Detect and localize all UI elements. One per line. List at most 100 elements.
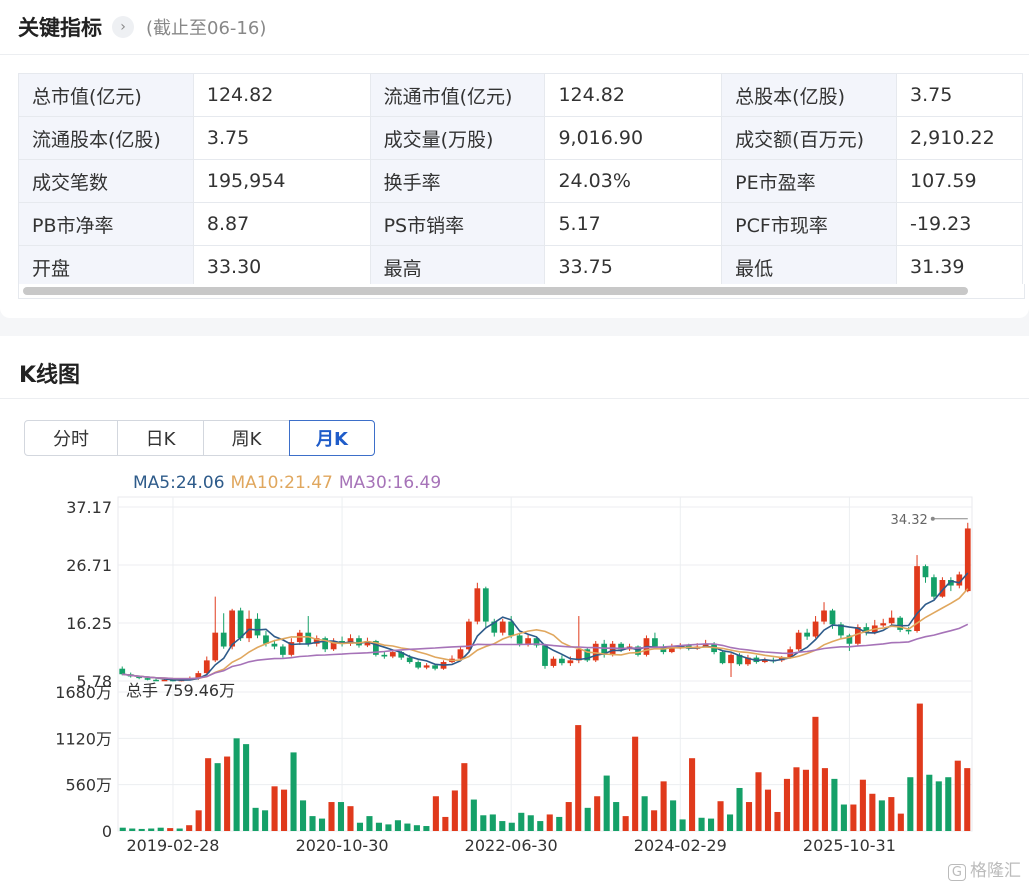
volume-bar (812, 716, 819, 831)
scrollbar-thumb[interactable] (23, 287, 968, 295)
volume-bar (262, 810, 269, 831)
candle-body (550, 658, 557, 666)
candle-body (931, 577, 937, 597)
volume-bar (859, 779, 866, 831)
candle-body (415, 662, 422, 668)
candle-body (880, 623, 887, 626)
candle-body (212, 632, 219, 661)
volume-bar (451, 790, 458, 831)
candle-body (474, 588, 481, 622)
metric-label: 总市值(亿元) (18, 73, 194, 117)
chevron-right-icon[interactable]: › (112, 16, 134, 38)
volume-bar (337, 802, 345, 831)
candle-body (271, 643, 278, 647)
candle-body (280, 646, 286, 655)
metric-value: 33.75 (544, 245, 723, 289)
metric-value: -19.23 (896, 202, 1023, 246)
candle-body (305, 632, 312, 644)
candle-body (719, 652, 726, 664)
metrics-header: 关键指标 › (截止至06-16) (18, 12, 266, 42)
candle-body (652, 638, 658, 647)
volume-bar (689, 758, 696, 831)
volume-bar (195, 810, 202, 831)
tab-monthly-k[interactable]: 月K (289, 420, 375, 456)
volume-bar (802, 769, 809, 831)
candle-body (829, 610, 836, 625)
price-tick-label: 37.17 (66, 498, 112, 517)
candle-body (406, 657, 413, 663)
candle-body (821, 610, 827, 622)
metric-value: 31.39 (896, 245, 1023, 289)
max-marker-label: 34.32 (891, 513, 928, 528)
candle-body (119, 668, 126, 675)
metric-value: 33.30 (192, 245, 371, 289)
volume-bar (148, 828, 155, 831)
candle-body (381, 654, 388, 657)
volume-bar (575, 725, 582, 831)
volume-bar (176, 828, 183, 831)
price-tick-label: 26.71 (66, 556, 112, 575)
metric-value: 3.75 (896, 73, 1023, 117)
volume-bar (821, 768, 828, 831)
metrics-date-note: (截止至06-16) (146, 18, 267, 39)
candle-body (254, 618, 261, 636)
metric-value: 2,910.22 (896, 116, 1023, 160)
horizontal-scrollbar[interactable] (18, 284, 1025, 299)
volume-bar (764, 789, 772, 831)
candle-body (905, 629, 912, 632)
volume-bar (622, 816, 629, 831)
volume-bar (869, 793, 876, 831)
metric-label: 开盘 (18, 245, 194, 289)
metric-value: 3.75 (192, 116, 371, 160)
candle-body (542, 645, 548, 666)
volume-bar (888, 797, 895, 831)
volume-bar (537, 821, 544, 831)
kline-chart[interactable]: 37.1726.7116.255.78 1680万1120万560万0 2019… (0, 336, 1029, 887)
volume-bar (366, 816, 373, 831)
volume-bar (736, 787, 743, 831)
volume-bar (831, 778, 838, 831)
volume-bar (755, 772, 762, 831)
kline-panel: K线图 分时 日K 周K 月K MA5:24.06 MA10:21.47 MA3… (0, 336, 1029, 887)
table-row: 开盘 33.30 最高 33.75 最低 31.39 (18, 245, 1023, 289)
volume-bar (318, 818, 326, 831)
volume-tick-label: 0 (102, 822, 112, 841)
candle-body (922, 566, 929, 578)
volume-bar (527, 815, 534, 831)
volume-bar (708, 818, 715, 831)
candle-body (516, 635, 523, 644)
candle-body (609, 643, 616, 655)
candle-body (812, 621, 819, 637)
volume-bar (499, 821, 506, 831)
watermark-text: 格隆汇 (970, 861, 1021, 881)
volume-bar (328, 802, 335, 831)
volume-bar (603, 775, 610, 831)
metric-label: 流通市值(亿元) (369, 73, 546, 117)
candle-body (888, 617, 895, 624)
volume-bar (442, 816, 449, 831)
table-row: 总市值(亿元) 124.82 流通市值(亿元) 124.82 总股本(亿股) 3… (18, 73, 1023, 117)
volume-bar (413, 825, 420, 831)
volume-bar (897, 813, 904, 831)
volume-bar (651, 810, 658, 831)
volume-bar (556, 816, 563, 831)
watermark-logo-icon: G (947, 864, 966, 881)
volume-bar (935, 781, 942, 831)
candle-body (482, 588, 489, 622)
volume-bar (423, 826, 430, 831)
volume-bars (119, 703, 971, 831)
volume-bar (964, 768, 971, 831)
max-marker: 34.32 (891, 513, 968, 528)
volume-bar (394, 820, 401, 831)
volume-bar (641, 796, 648, 831)
price-axis: 37.1726.7116.255.78 (66, 498, 112, 691)
metric-label: PE市盈率 (721, 159, 898, 203)
metric-label: 最低 (721, 245, 898, 289)
time-tick-label: 2025-10-31 (803, 836, 896, 855)
volume-bar (432, 796, 439, 831)
time-tick-label: 2019-02-28 (126, 836, 219, 855)
watermark: G 格隆汇 (947, 856, 1021, 881)
volume-bar (129, 828, 136, 831)
volume-bar (385, 824, 392, 831)
metric-label: 流通股本(亿股) (18, 116, 194, 160)
